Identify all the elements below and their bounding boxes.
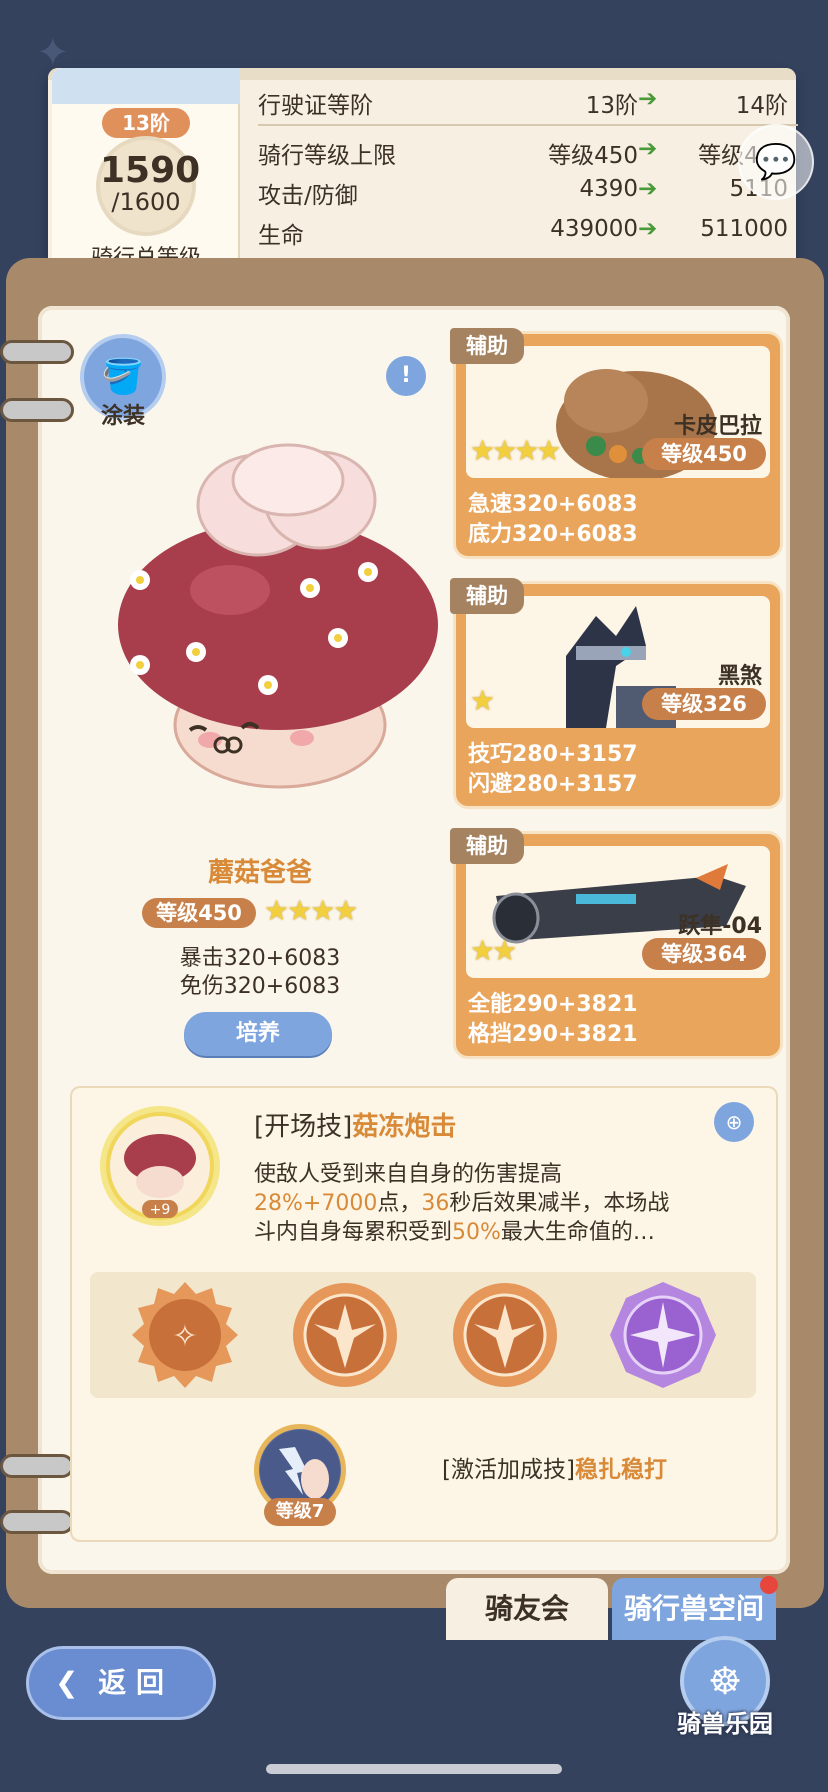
desc-highlight: 28%+7000 — [254, 1191, 378, 1216]
back-arrow-icon: ❮ — [55, 1666, 79, 1699]
desc-line: 使敌人受到来自自身的伤害提高 — [254, 1162, 563, 1187]
arrow-right-icon: ➔ — [638, 86, 658, 112]
stat-row-license: 行驶证等阶 13阶 ➔ 14阶 — [258, 86, 798, 120]
bonus-skill-name: 稳扎稳打 — [574, 1457, 667, 1483]
support-card-falcon[interactable]: 辅助 跃隼-04 等级364 ★★ 全能290+3821 格挡290+3821 — [450, 828, 780, 1056]
desc-highlight: 50% — [452, 1220, 501, 1245]
desc-line: 斗内自身每累积受到50%最大生命值的… — [254, 1218, 754, 1247]
binder-ring — [0, 1454, 74, 1478]
skill-name: 菇冻炮击 — [352, 1112, 457, 1142]
support-level: 等级450 — [642, 438, 766, 470]
bracket-close: ] — [342, 1112, 353, 1142]
stat-label: 攻击/防御 — [258, 183, 358, 209]
opening-skill-icon[interactable]: +9 — [100, 1106, 220, 1226]
chat-bubble-icon[interactable]: 💬 — [738, 124, 814, 200]
main-pet-level: 等级450 — [142, 898, 256, 928]
main-pet-stat: 免伤320+6083 — [179, 974, 341, 999]
mushroom-pet-image[interactable] — [110, 440, 460, 800]
paint-label: 涂装 — [100, 404, 145, 429]
binder-ring — [0, 340, 74, 364]
train-button[interactable]: 培养 — [184, 1012, 332, 1056]
support-level: 等级364 — [642, 938, 766, 970]
desc-text: 秒后效果减半，本场战 — [449, 1191, 670, 1216]
stat-current: 等级450 — [548, 143, 638, 169]
binder-ring — [0, 1510, 74, 1534]
support-card-heisha[interactable]: 辅助 黑煞 等级326 ★ 技巧280+3157 闪避280+3157 — [450, 578, 780, 806]
stat-label: 骑行等级上限 — [258, 143, 396, 169]
main-pet-stars: ★★★★ — [264, 894, 358, 927]
zoom-in-icon[interactable]: ⊕ — [714, 1102, 754, 1142]
support-name: 卡皮巴拉 — [673, 414, 762, 439]
skill-type: 开场技 — [264, 1112, 343, 1142]
paint-bucket-icon: 🪣 — [101, 357, 145, 397]
support-stat: 全能290+3821 — [468, 992, 638, 1017]
support-level: 等级326 — [642, 688, 766, 720]
support-tag: 辅助 — [450, 828, 524, 864]
support-stat: 闪避280+3157 — [468, 772, 638, 797]
total-level-value: 1590 — [100, 150, 201, 191]
total-level-circle: 1590 /1600 — [96, 136, 201, 236]
svg-text:✧: ✧ — [172, 1319, 197, 1354]
arrow-right-icon: ➔ — [638, 176, 658, 202]
support-tag: 辅助 — [450, 328, 524, 364]
stat-label: 生命 — [258, 223, 304, 249]
support-stat: 技巧280+3157 — [468, 742, 638, 767]
desc-line: 28%+7000点，36秒后效果减半，本场战 — [254, 1189, 754, 1218]
arrow-right-icon: ➔ — [638, 216, 658, 242]
back-button[interactable]: ❮ 返 回 — [26, 1646, 216, 1720]
badge-top-strip — [52, 68, 240, 104]
stat-row-hp: 生命 439000 ➔ 511000 — [258, 216, 798, 250]
support-stat: 急速320+6083 — [468, 492, 638, 517]
stat-current: 13阶 — [585, 93, 638, 119]
talent-slot-1-icon[interactable]: ✧ — [130, 1280, 240, 1390]
tab-friends[interactable]: 骑友会 — [446, 1578, 608, 1640]
bonus-skill-level: 等级7 — [264, 1498, 336, 1526]
stat-current: 439000 — [550, 216, 638, 242]
support-stars: ★ — [470, 684, 495, 717]
stat-row-level-cap: 骑行等级上限 等级450 ➔ 等级480 — [258, 136, 798, 170]
desc-highlight: 36 — [421, 1191, 450, 1216]
park-label: 骑兽乐园 — [677, 1710, 773, 1738]
bonus-skill-text: [激活加成技]稳扎稳打 — [442, 1450, 667, 1484]
total-level-badge: 13阶 1590 /1600 骑行总等级 — [52, 68, 240, 286]
bracket-open: [ — [254, 1112, 265, 1142]
support-stat: 格挡290+3821 — [468, 1022, 638, 1047]
support-name: 黑煞 — [717, 664, 762, 689]
tab-space[interactable]: 骑行兽空间 — [612, 1578, 776, 1640]
support-stat: 底力320+6083 — [468, 522, 638, 547]
stat-current: 4390 — [579, 176, 638, 202]
skill-icon-badge: +9 — [150, 1202, 171, 1218]
tier-badge: 13阶 — [102, 108, 190, 138]
support-name: 跃隼-04 — [678, 914, 762, 939]
skill-title: [开场技]菇冻炮击 — [254, 1106, 456, 1143]
bonus-prefix: [激活加成技] — [442, 1457, 575, 1483]
arrow-right-icon: ➔ — [638, 136, 658, 162]
desc-text: 斗内自身每累积受到 — [254, 1220, 453, 1245]
notification-dot — [760, 1576, 778, 1594]
talent-slot-3-icon[interactable] — [450, 1280, 560, 1390]
support-tag: 辅助 — [450, 578, 524, 614]
divider — [258, 124, 798, 126]
talent-slot-2-icon[interactable] — [290, 1280, 400, 1390]
level-upgrade-card: 13阶 1590 /1600 骑行总等级 行驶证等阶 13阶 ➔ 14阶 骑行等… — [48, 68, 798, 286]
total-level-max: /1600 — [111, 188, 181, 216]
info-book-icon[interactable]: ! — [386, 356, 426, 396]
home-indicator — [266, 1764, 562, 1774]
desc-text: 点， — [377, 1191, 422, 1216]
support-stars: ★★ — [470, 934, 517, 967]
desc-text: 最大生命值的… — [500, 1220, 655, 1245]
talent-slot-4-icon[interactable] — [608, 1280, 718, 1390]
back-label: 返 回 — [98, 1666, 164, 1699]
stat-next: 511000 — [700, 216, 788, 242]
stat-next: 14阶 — [735, 93, 788, 119]
stat-label: 行驶证等阶 — [258, 93, 373, 119]
support-stars: ★★★★ — [470, 434, 561, 467]
support-card-capybara[interactable]: 辅助 卡皮巴拉 等级450 ★★★★ 急速320+6083 底力320+6083 — [450, 328, 780, 556]
main-pet-name: 蘑菇爸爸 — [207, 858, 312, 888]
stat-row-attack-defense: 攻击/防御 4390 ➔ 5110 — [258, 176, 798, 210]
skill-description: 使敌人受到来自自身的伤害提高 28%+7000点，36秒后效果减半，本场战 斗内… — [254, 1160, 754, 1247]
binder-ring — [0, 398, 74, 422]
